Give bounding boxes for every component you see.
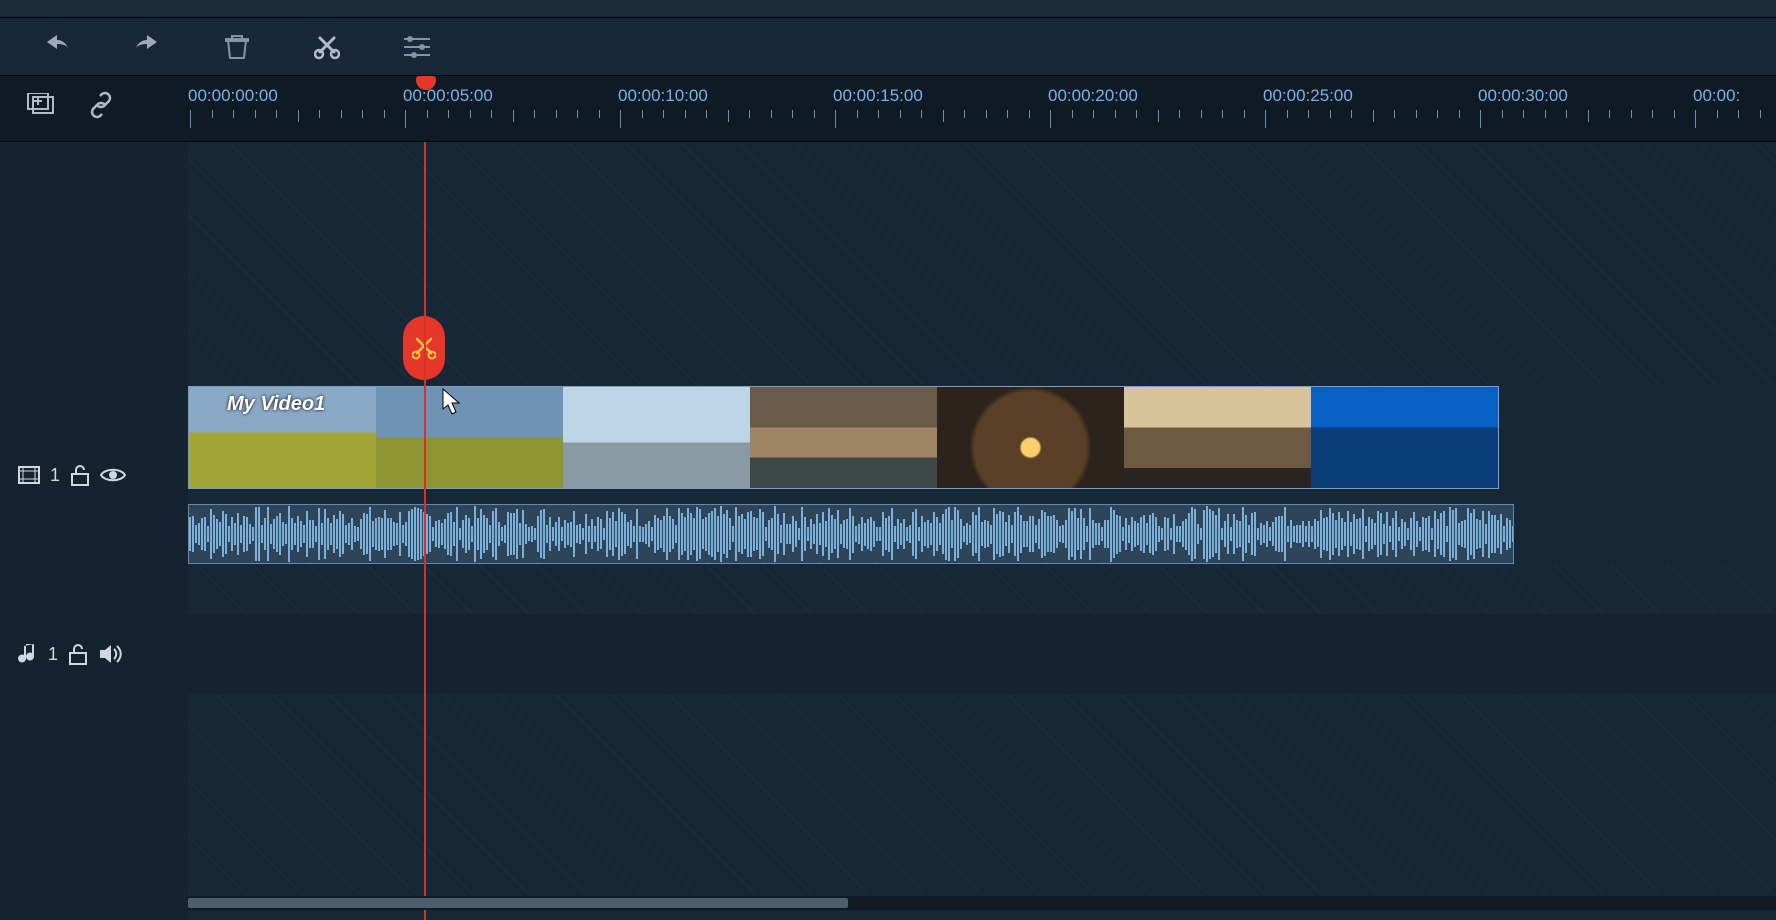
video-track-1: 1 My Video1 (188, 386, 1776, 564)
filters-button[interactable] (400, 30, 434, 64)
video-clip[interactable]: My Video1 (188, 386, 1499, 489)
undo-button[interactable] (40, 30, 74, 64)
ruler-label: 00:00:10:00 (618, 86, 708, 106)
clip-thumbnail (937, 387, 1124, 488)
delete-button[interactable] (220, 30, 254, 64)
redo-button[interactable] (130, 30, 164, 64)
add-frame-icon (27, 93, 55, 117)
ruler-left-tools (0, 76, 188, 141)
empty-gap (188, 564, 1776, 614)
music-note-icon (18, 642, 38, 666)
lock-icon[interactable] (68, 643, 88, 665)
ruler-label: 00:00: (1693, 86, 1740, 106)
track-area[interactable]: 1 My Video1 (188, 142, 1776, 920)
ruler-label: 00:00:15:00 (833, 86, 923, 106)
clip-title: My Video1 (227, 393, 325, 416)
timeline-body: 1 My Video1 (0, 142, 1776, 920)
visibility-icon[interactable] (100, 466, 126, 484)
add-marker-button[interactable] (26, 90, 56, 120)
trash-icon (225, 34, 249, 60)
speaker-icon[interactable] (98, 643, 122, 665)
timeline-scrollbar[interactable] (188, 896, 1776, 910)
filmstrip-icon (18, 464, 40, 486)
split-button[interactable] (310, 30, 344, 64)
linked-audio-clip[interactable] (188, 504, 1514, 564)
scissors-icon (412, 336, 436, 360)
link-icon (87, 91, 115, 119)
scissors-icon (314, 34, 340, 60)
lock-icon[interactable] (70, 464, 90, 486)
split-marker[interactable] (403, 316, 445, 380)
clip-thumbnail (1124, 387, 1311, 488)
undo-icon (43, 35, 71, 59)
ruler-label: 00:00:30:00 (1478, 86, 1568, 106)
ruler-label: 00:00:05:00 (403, 86, 493, 106)
ruler-row: 00:00:00:00 00:00:05:00 00:00:10:00 00:00:1… (0, 76, 1776, 142)
music-track-1[interactable]: 1 (188, 614, 1776, 694)
link-button[interactable] (86, 90, 116, 120)
clip-thumbnail (376, 387, 563, 488)
clip-thumbnail (563, 387, 750, 488)
video-track-header: 1 (0, 386, 188, 564)
music-track-header: 1 (0, 614, 188, 694)
scrollbar-thumb[interactable] (188, 898, 848, 908)
ruler-label: 00:00:25:00 (1263, 86, 1353, 106)
music-track-index: 1 (48, 644, 58, 665)
ruler-label: 00:00:20:00 (1048, 86, 1138, 106)
video-track-index: 1 (50, 465, 60, 486)
ruler-label: 00:00:00:00 (188, 86, 278, 106)
sliders-icon (404, 36, 430, 58)
menu-bar (0, 0, 1776, 18)
redo-icon (133, 35, 161, 59)
clip-thumbnail (750, 387, 937, 488)
empty-track-bottom (188, 694, 1776, 894)
timeline-toolbar (0, 18, 1776, 76)
clip-thumbnail (1311, 387, 1498, 488)
time-ruler[interactable]: 00:00:00:00 00:00:05:00 00:00:10:00 00:00:1… (188, 76, 1776, 141)
